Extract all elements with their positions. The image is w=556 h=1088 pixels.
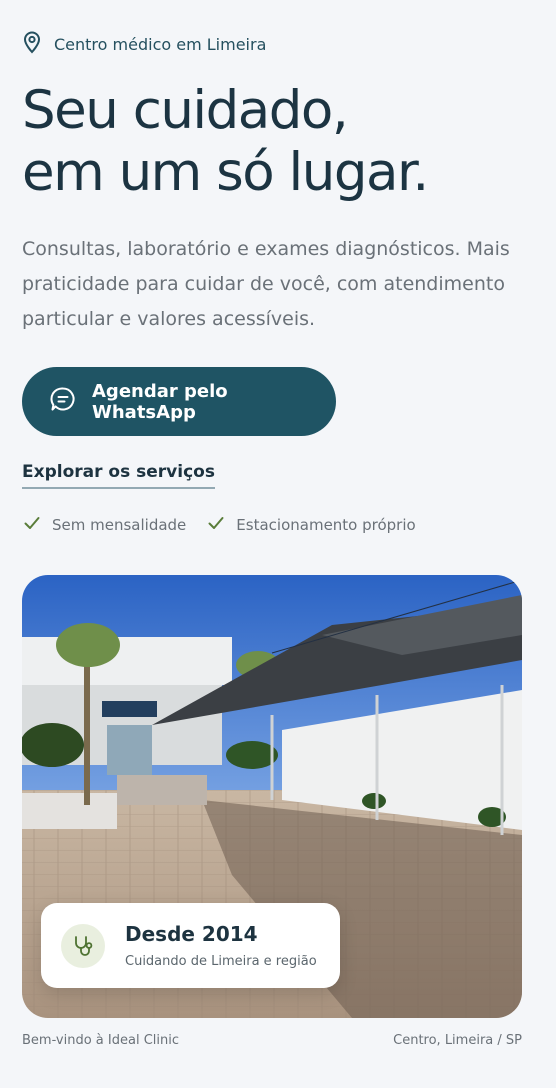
headline-line-2: em um só lugar.	[22, 142, 429, 203]
caption-welcome: Bem-vindo à Ideal Clinic	[22, 1033, 179, 1048]
feature-label: Sem mensalidade	[52, 516, 187, 534]
feature-list: Sem mensalidade Estacionamento próprio	[24, 516, 416, 534]
map-pin-icon	[22, 30, 42, 58]
location-label: Centro médico em Limeira	[54, 34, 267, 54]
feature-label: Estacionamento próprio	[236, 516, 416, 534]
explore-services-link[interactable]: Explorar os serviços	[22, 462, 215, 489]
feature-item: Estacionamento próprio	[208, 516, 416, 534]
check-icon	[24, 516, 40, 534]
badge-text: Desde 2014 Cuidando de Limeira e região	[125, 922, 317, 969]
caption-location: Centro, Limeira / SP	[393, 1033, 522, 1048]
feature-item: Sem mensalidade	[24, 516, 186, 534]
location-row: Centro médico em Limeira	[22, 30, 266, 58]
badge-subtitle: Cuidando de Limeira e região	[125, 954, 317, 969]
badge-title: Desde 2014	[125, 922, 258, 946]
headline-line-1: Seu cuidado,	[22, 80, 349, 141]
lead-paragraph: Consultas, laboratório e exames diagnóst…	[22, 238, 510, 330]
since-badge: Desde 2014 Cuidando de Limeira e região	[41, 903, 340, 988]
chat-icon	[50, 386, 76, 417]
stethoscope-icon	[61, 923, 105, 968]
whatsapp-button[interactable]: Agendar pelo WhatsApp	[22, 367, 336, 436]
page-title: Seu cuidado, em um só lugar.	[22, 80, 429, 204]
whatsapp-button-label: Agendar pelo WhatsApp	[92, 380, 228, 423]
check-icon	[208, 516, 224, 534]
